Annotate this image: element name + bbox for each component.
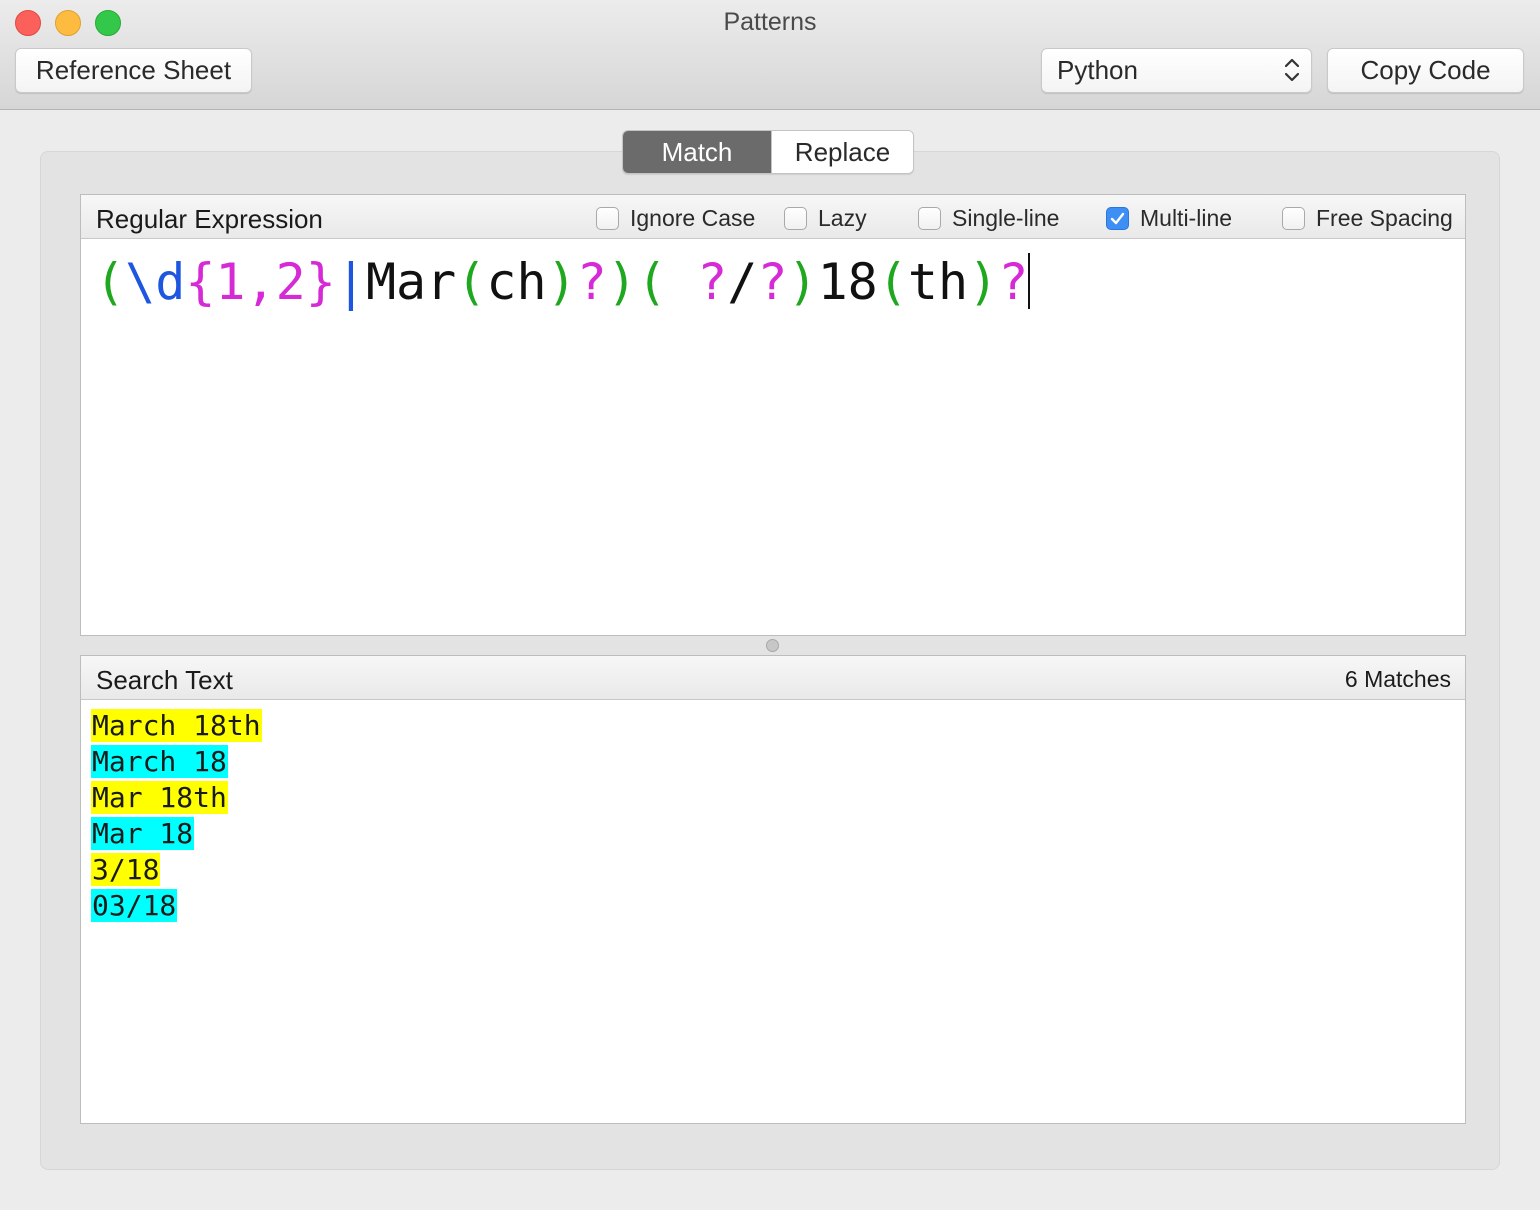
toolbar: Patterns Reference Sheet Python Copy Cod… bbox=[0, 0, 1540, 110]
multi-line-label: Multi-line bbox=[1140, 204, 1233, 231]
text-cursor bbox=[1028, 253, 1031, 309]
match-highlight: 03/18 bbox=[91, 889, 178, 922]
regex-editor[interactable]: (\d{1,2}|Mar(ch)?)( ?/?)18(th)? bbox=[95, 251, 1031, 313]
option-ignore-case[interactable]: Ignore Case bbox=[596, 205, 755, 231]
regex-token: Mar bbox=[365, 253, 457, 311]
regex-panel-title: Regular Expression bbox=[96, 204, 323, 234]
regex-token: \d bbox=[125, 253, 186, 311]
regex-token: ) bbox=[546, 253, 577, 311]
regex-token: ? bbox=[757, 253, 788, 311]
checkmark-icon bbox=[1110, 212, 1125, 224]
single-line-checkbox[interactable] bbox=[918, 206, 941, 230]
multi-line-checkbox[interactable] bbox=[1106, 206, 1129, 230]
chevron-updown-icon bbox=[1284, 58, 1300, 82]
regex-token: ch bbox=[486, 253, 547, 311]
regex-panel-header: Regular Expression Ignore Case Lazy Sing… bbox=[81, 195, 1465, 239]
match-highlight: 3/18 bbox=[91, 853, 161, 886]
search-line: 3/18 bbox=[91, 852, 262, 888]
language-select[interactable]: Python bbox=[1041, 48, 1312, 93]
match-highlight: March 18 bbox=[91, 745, 228, 778]
search-line: Mar 18 bbox=[91, 816, 262, 852]
search-line: March 18 bbox=[91, 744, 262, 780]
regex-token: ) bbox=[606, 253, 637, 311]
regex-token: ( bbox=[877, 253, 908, 311]
regex-token: ? bbox=[998, 253, 1029, 311]
regex-token: th bbox=[907, 253, 969, 311]
split-view-handle[interactable] bbox=[766, 639, 779, 652]
search-text-editor[interactable]: March 18th March 18 Mar 18th Mar 18 3/18… bbox=[91, 708, 262, 924]
regex-token: ( bbox=[636, 253, 668, 311]
regex-token: {1,2} bbox=[185, 253, 336, 311]
regex-token bbox=[667, 253, 697, 311]
option-multi-line[interactable]: Multi-line bbox=[1106, 205, 1232, 231]
regex-token: ( bbox=[456, 253, 487, 311]
match-count: 6 Matches bbox=[1344, 666, 1451, 692]
search-line: Mar 18th bbox=[91, 780, 262, 816]
window-title: Patterns bbox=[723, 8, 817, 36]
match-highlight: March 18th bbox=[91, 709, 262, 742]
patterns-window: Patterns Reference Sheet Python Copy Cod… bbox=[0, 0, 1540, 1210]
regex-token: ) bbox=[787, 253, 818, 311]
search-line: March 18th bbox=[91, 708, 262, 744]
free-spacing-label: Free Spacing bbox=[1316, 204, 1453, 231]
single-line-label: Single-line bbox=[952, 204, 1060, 231]
search-panel-header: Search Text 6 Matches bbox=[81, 656, 1465, 700]
lazy-checkbox[interactable] bbox=[784, 206, 807, 230]
ignore-case-label: Ignore Case bbox=[630, 204, 756, 231]
mode-tabs: Match Replace bbox=[622, 130, 914, 174]
option-free-spacing[interactable]: Free Spacing bbox=[1282, 205, 1453, 231]
ignore-case-checkbox[interactable] bbox=[596, 206, 619, 230]
option-single-line[interactable]: Single-line bbox=[918, 205, 1059, 231]
tab-replace[interactable]: Replace bbox=[771, 131, 913, 173]
tab-match[interactable]: Match bbox=[623, 131, 771, 173]
regex-token: / bbox=[727, 253, 758, 311]
search-text-panel: Search Text 6 Matches March 18th March 1… bbox=[80, 655, 1466, 1124]
regex-token: ? bbox=[576, 253, 607, 311]
option-lazy[interactable]: Lazy bbox=[784, 205, 867, 231]
language-select-value: Python bbox=[1057, 55, 1138, 85]
match-highlight: Mar 18th bbox=[91, 781, 228, 814]
lazy-label: Lazy bbox=[818, 204, 867, 231]
regex-token: ? bbox=[697, 253, 728, 311]
regex-token: 18 bbox=[817, 253, 878, 311]
copy-code-button[interactable]: Copy Code bbox=[1327, 48, 1524, 93]
reference-sheet-button[interactable]: Reference Sheet bbox=[15, 48, 252, 93]
search-line: 03/18 bbox=[91, 888, 262, 924]
match-highlight: Mar 18 bbox=[91, 817, 195, 850]
free-spacing-checkbox[interactable] bbox=[1282, 206, 1305, 230]
search-panel-title: Search Text bbox=[96, 665, 233, 695]
regex-token: ( bbox=[95, 253, 126, 311]
regex-panel: Regular Expression Ignore Case Lazy Sing… bbox=[80, 194, 1466, 636]
regex-token: ) bbox=[968, 253, 999, 311]
regex-token: | bbox=[335, 253, 366, 311]
